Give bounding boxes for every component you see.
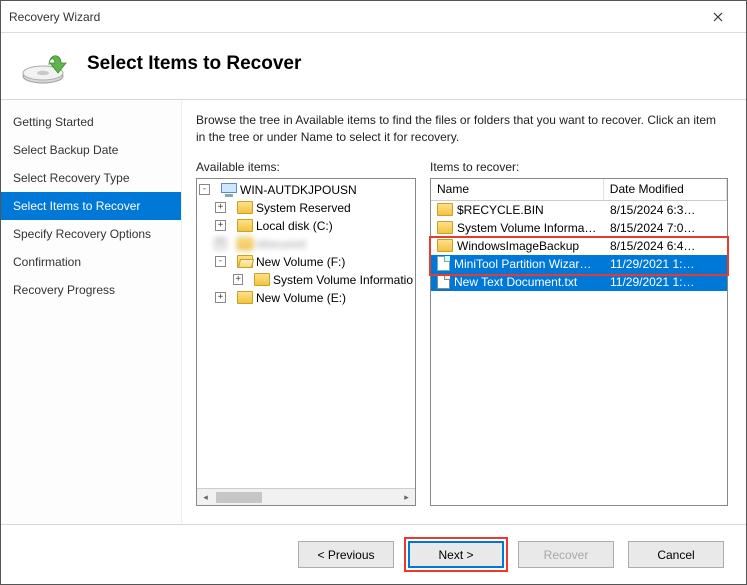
tree-node-label: System Reserved [256,201,351,215]
wizard-steps-sidebar: Getting Started Select Backup Date Selec… [1,100,182,524]
sidebar-item-confirmation[interactable]: Confirmation [1,248,181,276]
tree-node[interactable]: + obscured [197,235,415,253]
available-items-label: Available items: [196,160,416,174]
horizontal-scrollbar[interactable]: ◂ ▸ [197,488,415,505]
tree-node[interactable]: + New Volume (E:) [197,289,415,307]
cell-date: 8/15/2024 7:0… [604,219,727,237]
sidebar-item-select-backup-date[interactable]: Select Backup Date [1,136,181,164]
folder-icon [437,203,453,216]
tree-node-label: System Volume Informatio [273,273,413,287]
cell-name: MiniTool Partition Wizar… [454,257,591,271]
recovery-icon [19,43,69,85]
folder-icon [254,273,270,286]
folder-icon [437,239,453,252]
wizard-footer: < Previous Next > Recover Cancel [1,524,746,584]
expand-icon[interactable]: + [215,238,226,249]
items-to-recover-pane: Items to recover: Name Date Modified $RE… [430,160,728,506]
items-to-recover-label: Items to recover: [430,160,728,174]
titlebar: Recovery Wizard [1,1,746,33]
cell-name: $RECYCLE.BIN [457,203,544,217]
next-button[interactable]: Next > [408,541,504,568]
recover-button: Recover [518,541,614,568]
sidebar-item-recovery-progress[interactable]: Recovery Progress [1,276,181,304]
collapse-icon[interactable]: - [215,256,226,267]
tree-node[interactable]: + System Reserved [197,199,415,217]
cell-name: System Volume Informa… [457,221,596,235]
previous-button[interactable]: < Previous [298,541,394,568]
cell-date: 11/29/2021 1:… [604,273,727,291]
table-row[interactable]: WindowsImageBackup 8/15/2024 6:4… [431,237,727,255]
items-to-recover-list[interactable]: Name Date Modified $RECYCLE.BIN 8/15/202… [430,178,728,506]
table-header: Name Date Modified [431,179,727,201]
scroll-thumb[interactable] [216,492,262,503]
tree-node[interactable]: + System Volume Informatio [197,271,415,289]
close-icon [713,12,723,22]
table-row[interactable]: New Text Document.txt 11/29/2021 1:… [431,273,727,291]
available-items-tree[interactable]: - WIN-AUTDKJPOUSN + System Reserved [196,178,416,506]
recovery-wizard-window: Recovery Wizard Select Items to Recover … [0,0,747,585]
expand-icon[interactable]: + [215,220,226,231]
scroll-right-icon[interactable]: ▸ [398,489,415,505]
collapse-icon[interactable]: - [199,184,210,195]
tree-node[interactable]: - New Volume (F:) [197,253,415,271]
expand-icon[interactable]: + [215,292,226,303]
wizard-body: Getting Started Select Backup Date Selec… [1,100,746,524]
cell-date: 8/15/2024 6:4… [604,237,727,255]
folder-open-icon [237,255,253,268]
table-row[interactable]: $RECYCLE.BIN 8/15/2024 6:3… [431,201,727,219]
expand-icon[interactable]: + [215,202,226,213]
panes-container: Available items: - WIN-AUTDKJPOUSN + [196,160,728,506]
tree-root[interactable]: - WIN-AUTDKJPOUSN [197,181,415,199]
tree-node-label: obscured [256,237,305,251]
sidebar-item-select-recovery-type[interactable]: Select Recovery Type [1,164,181,192]
table-row[interactable]: System Volume Informa… 8/15/2024 7:0… [431,219,727,237]
tree-node-label: New Volume (E:) [256,291,346,305]
sidebar-item-specify-recovery-options[interactable]: Specify Recovery Options [1,220,181,248]
tree-root-label: WIN-AUTDKJPOUSN [240,183,357,197]
folder-icon [237,237,253,250]
page-title: Select Items to Recover [87,53,301,75]
cancel-button[interactable]: Cancel [628,541,724,568]
column-header-name[interactable]: Name [431,179,604,200]
window-title: Recovery Wizard [9,10,100,24]
cell-date: 8/15/2024 6:3… [604,201,727,219]
wizard-header: Select Items to Recover [1,33,746,100]
cell-name: New Text Document.txt [454,275,577,289]
column-header-date[interactable]: Date Modified [604,179,727,200]
sidebar-item-select-items-to-recover[interactable]: Select Items to Recover [1,192,181,220]
tree-node[interactable]: + Local disk (C:) [197,217,415,235]
folder-icon [237,219,253,232]
scroll-left-icon[interactable]: ◂ [197,489,214,505]
computer-icon [221,183,237,197]
available-items-pane: Available items: - WIN-AUTDKJPOUSN + [196,160,416,506]
wizard-main: Browse the tree in Available items to fi… [182,100,746,524]
folder-icon [237,291,253,304]
text-file-icon [437,274,450,289]
folder-icon [237,201,253,214]
tree-node-label: New Volume (F:) [256,255,345,269]
tree-node-label: Local disk (C:) [256,219,333,233]
table-row[interactable]: MiniTool Partition Wizar… 11/29/2021 1:… [431,255,727,273]
folder-icon [437,221,453,234]
close-button[interactable] [698,2,738,32]
cell-name: WindowsImageBackup [457,239,579,253]
intro-text: Browse the tree in Available items to fi… [196,112,728,146]
expand-icon[interactable]: + [233,274,243,285]
cell-date: 11/29/2021 1:… [604,255,727,273]
file-icon [437,256,450,271]
sidebar-item-getting-started[interactable]: Getting Started [1,108,181,136]
